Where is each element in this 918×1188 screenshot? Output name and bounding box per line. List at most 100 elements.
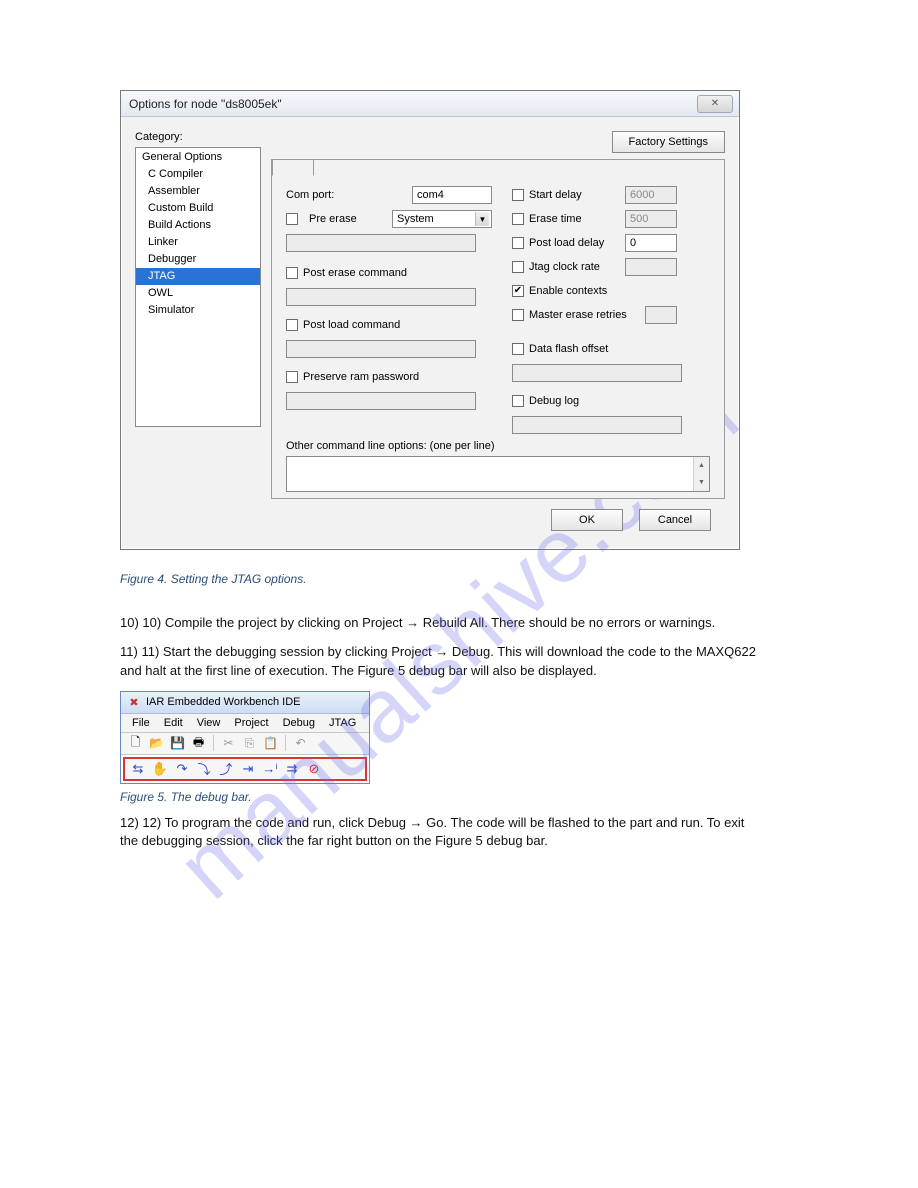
enable-contexts-label: Enable contexts <box>529 285 607 297</box>
panel-tab[interactable] <box>272 159 314 176</box>
next-statement-icon[interactable]: →ⁱ <box>261 760 279 778</box>
step10-text: 10) Compile the project by clicking on P… <box>142 615 715 630</box>
category-item-selected[interactable]: JTAG <box>136 268 260 285</box>
debug-log-field <box>512 416 682 434</box>
jtag-clock-checkbox[interactable] <box>512 261 524 273</box>
cancel-button[interactable]: Cancel <box>639 509 711 531</box>
factory-settings-button[interactable]: Factory Settings <box>612 131 725 153</box>
category-item[interactable]: Linker <box>136 234 260 251</box>
run-to-icon[interactable]: ⇥ <box>239 760 257 778</box>
menu-debug[interactable]: Debug <box>276 715 322 731</box>
jtag-clock-label: Jtag clock rate <box>529 261 625 273</box>
com-port-input[interactable] <box>412 186 492 204</box>
pre-erase-select[interactable]: System ▼ <box>392 210 492 228</box>
menu-jtag[interactable]: JTAG <box>322 715 363 731</box>
pre-erase-label: Pre erase <box>309 213 357 225</box>
go-icon[interactable]: ⇉ <box>283 760 301 778</box>
step-over-icon[interactable]: ↷ <box>173 760 191 778</box>
ide-titlebar: ✖ IAR Embedded Workbench IDE <box>121 692 369 714</box>
other-options-label: Other command line options: (one per lin… <box>286 440 710 452</box>
category-label: Category: <box>135 131 261 143</box>
preserve-ram-field <box>286 392 476 410</box>
category-item[interactable]: Simulator <box>136 302 260 319</box>
stop-debug-icon[interactable]: ⊘ <box>305 760 323 778</box>
data-flash-checkbox[interactable] <box>512 343 524 355</box>
category-item[interactable]: Custom Build <box>136 200 260 217</box>
category-item[interactable]: Assembler <box>136 183 260 200</box>
post-load-field <box>286 340 476 358</box>
copy-icon[interactable]: ⎘ <box>241 735 258 752</box>
start-delay-checkbox[interactable] <box>512 189 524 201</box>
separator <box>285 735 286 751</box>
menubar: File Edit View Project Debug JTAG <box>121 714 369 733</box>
close-button[interactable]: ✕ <box>697 95 733 113</box>
step12-text: 12) To program the code and run, click D… <box>120 815 744 849</box>
menu-project[interactable]: Project <box>227 715 275 731</box>
debug-log-label: Debug log <box>529 395 579 407</box>
enable-contexts-checkbox[interactable] <box>512 285 524 297</box>
category-item[interactable]: Debugger <box>136 251 260 268</box>
category-listbox[interactable]: General Options C Compiler Assembler Cus… <box>135 147 261 427</box>
titlebar: Options for node "ds8005ek" ✕ <box>121 91 739 117</box>
menu-view[interactable]: View <box>190 715 228 731</box>
debug-log-checkbox[interactable] <box>512 395 524 407</box>
master-erase-label: Master erase retries <box>529 309 645 321</box>
other-options-textarea[interactable]: ▲▼ <box>286 456 710 492</box>
reset-icon[interactable]: ⇆ <box>129 760 147 778</box>
cut-icon[interactable]: ✂ <box>220 735 237 752</box>
figure4-caption: Figure 4. Setting the JTAG options. <box>120 572 798 586</box>
master-erase-checkbox[interactable] <box>512 309 524 321</box>
scroll-down-icon: ▼ <box>694 474 709 491</box>
master-erase-input[interactable] <box>645 306 677 324</box>
paste-icon[interactable]: 📋 <box>262 735 279 752</box>
menu-edit[interactable]: Edit <box>157 715 190 731</box>
step-out-icon[interactable]: ⤴ <box>217 760 235 778</box>
options-dialog: Options for node "ds8005ek" ✕ Category: … <box>120 90 740 550</box>
pre-erase-select-value: System <box>397 213 434 225</box>
document-body-2: 12) 12) To program the code and run, cli… <box>120 814 760 852</box>
post-erase-label: Post erase command <box>303 267 407 279</box>
preserve-ram-checkbox[interactable] <box>286 371 298 383</box>
scroll-up-icon: ▲ <box>694 457 709 474</box>
erase-time-label: Erase time <box>529 213 625 225</box>
erase-time-input[interactable] <box>625 210 677 228</box>
menu-file[interactable]: File <box>125 715 157 731</box>
post-load-delay-checkbox[interactable] <box>512 237 524 249</box>
ok-button[interactable]: OK <box>551 509 623 531</box>
toolbar-debug: ⇆ ✋ ↷ ⤵ ⤴ ⇥ →ⁱ ⇉ ⊘ <box>123 757 367 781</box>
separator <box>213 735 214 751</box>
figure5-caption: Figure 5. The debug bar. <box>120 790 798 804</box>
app-icon: ✖ <box>127 695 141 709</box>
undo-icon[interactable]: ↶ <box>292 735 309 752</box>
post-erase-field <box>286 288 476 306</box>
print-icon[interactable]: 🖶 <box>190 735 207 752</box>
textarea-scroll[interactable]: ▲▼ <box>693 457 709 491</box>
post-load-delay-input[interactable] <box>625 234 677 252</box>
post-load-delay-label: Post load delay <box>529 237 625 249</box>
erase-time-checkbox[interactable] <box>512 213 524 225</box>
category-item[interactable]: General Options <box>136 149 260 166</box>
open-icon[interactable]: 📂 <box>148 735 165 752</box>
pre-erase-checkbox[interactable] <box>286 213 298 225</box>
break-icon[interactable]: ✋ <box>151 760 169 778</box>
save-icon[interactable]: 💾 <box>169 735 186 752</box>
data-flash-field <box>512 364 682 382</box>
step-into-icon[interactable]: ⤵ <box>195 760 213 778</box>
post-erase-checkbox[interactable] <box>286 267 298 279</box>
step11-text: 11) Start the debugging session by click… <box>120 644 756 678</box>
category-item[interactable]: Build Actions <box>136 217 260 234</box>
jtag-clock-input[interactable] <box>625 258 677 276</box>
dialog-title: Options for node "ds8005ek" <box>129 97 697 111</box>
close-icon: ✕ <box>711 98 719 109</box>
data-flash-label: Data flash offset <box>529 343 608 355</box>
category-item[interactable]: C Compiler <box>136 166 260 183</box>
ide-window: ✖ IAR Embedded Workbench IDE File Edit V… <box>120 691 370 784</box>
document-body: 10) 10) Compile the project by clicking … <box>120 614 760 681</box>
new-icon[interactable]: 🗋 <box>127 735 144 752</box>
post-load-checkbox[interactable] <box>286 319 298 331</box>
category-item[interactable]: OWL <box>136 285 260 302</box>
options-panel: Com port: Pre erase System ▼ <box>271 159 725 499</box>
post-load-label: Post load command <box>303 319 400 331</box>
start-delay-label: Start delay <box>529 189 625 201</box>
start-delay-input[interactable] <box>625 186 677 204</box>
